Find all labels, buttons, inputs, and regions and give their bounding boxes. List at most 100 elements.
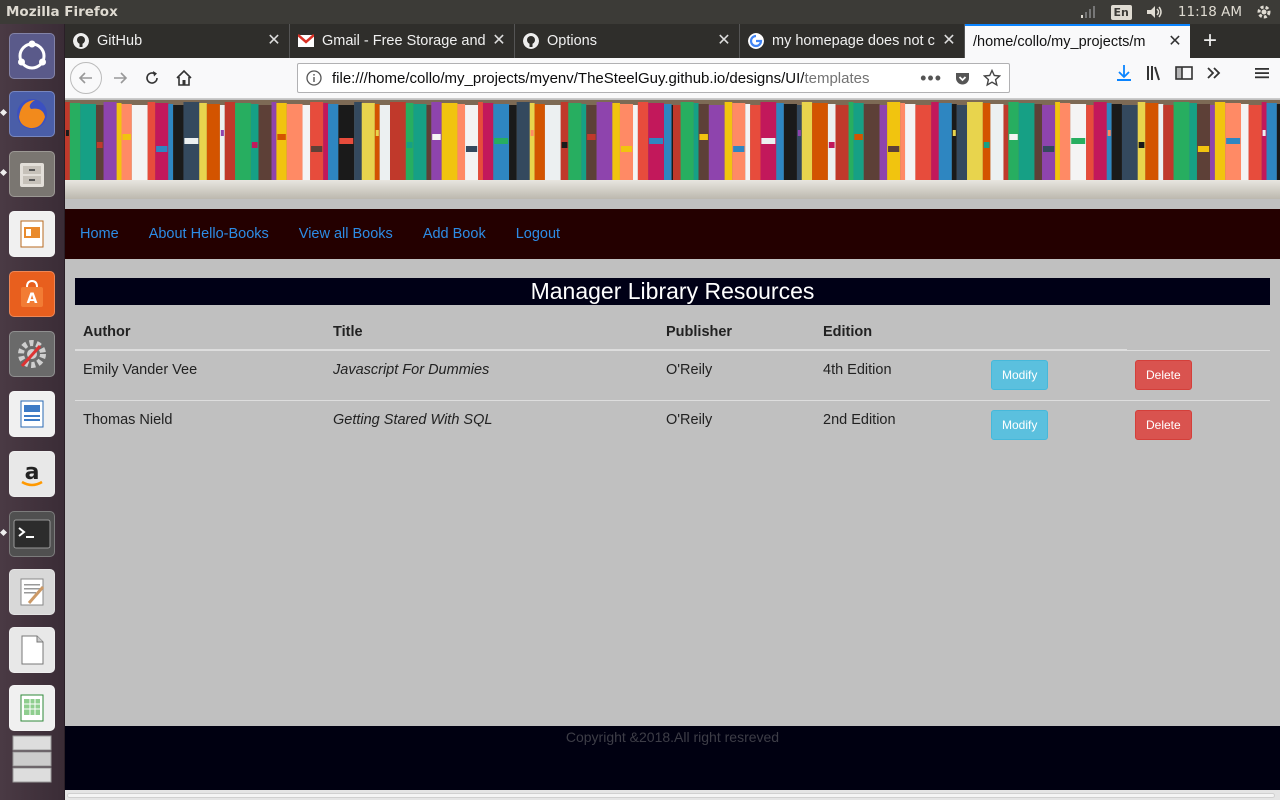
spreadsheet-icon bbox=[9, 685, 55, 731]
gmail-icon bbox=[298, 34, 314, 47]
sidebar-toggle-icon[interactable] bbox=[1174, 63, 1194, 83]
modify-button[interactable]: Modify bbox=[991, 360, 1049, 390]
reload-icon bbox=[146, 71, 158, 84]
system-top-panel: Mozilla Firefox En 11:18 AM bbox=[0, 0, 1280, 24]
tab-close-icon[interactable]: ✕ bbox=[1168, 34, 1182, 50]
page-title: Manager Library Resources bbox=[75, 278, 1270, 305]
cell-modify: Modify bbox=[983, 400, 1127, 450]
scrollbar-thumb[interactable] bbox=[67, 793, 1275, 798]
delete-button[interactable]: Delete bbox=[1135, 410, 1192, 440]
back-button[interactable] bbox=[70, 62, 102, 94]
launcher-system-settings[interactable] bbox=[6, 328, 58, 380]
forward-button[interactable] bbox=[104, 62, 136, 94]
browser-navigation-bar: file:///home/collo/my_projects/myenv/The… bbox=[65, 58, 1280, 99]
launcher-amazon[interactable]: a bbox=[6, 448, 58, 500]
cell-delete: Delete bbox=[1127, 349, 1270, 401]
tab-gmail[interactable]: Gmail - Free Storage and ✕ bbox=[290, 24, 515, 58]
library-icon[interactable] bbox=[1144, 63, 1164, 83]
launcher-writer[interactable] bbox=[6, 388, 58, 440]
column-header-edition: Edition bbox=[815, 314, 983, 351]
launcher-libreoffice[interactable] bbox=[6, 624, 58, 676]
tab-active-local-file[interactable]: /home/collo/my_projects/m ✕ bbox=[965, 24, 1190, 58]
overflow-chevron-icon[interactable] bbox=[1204, 63, 1224, 83]
svg-text:a: a bbox=[25, 460, 40, 485]
tab-close-icon[interactable]: ✕ bbox=[717, 33, 731, 49]
document-writer-icon bbox=[9, 391, 55, 437]
bookshelf-image-left bbox=[65, 100, 673, 199]
volume-icon[interactable] bbox=[1146, 5, 1164, 19]
unity-launcher: A a bbox=[0, 24, 65, 800]
column-header-delete bbox=[1127, 314, 1270, 351]
tab-google-search[interactable]: my homepage does not c ✕ bbox=[740, 24, 965, 58]
tab-close-icon[interactable]: ✕ bbox=[267, 33, 281, 49]
settings-wrench-icon bbox=[9, 331, 55, 377]
modify-button[interactable]: Modify bbox=[991, 410, 1049, 440]
back-arrow-icon bbox=[78, 72, 92, 84]
launcher-files[interactable] bbox=[0, 148, 58, 200]
launcher-text-editor[interactable] bbox=[6, 566, 58, 618]
github-icon bbox=[73, 33, 89, 49]
cell-edition: 2nd Edition bbox=[815, 400, 983, 450]
power-gear-icon[interactable] bbox=[1256, 4, 1272, 20]
horizontal-scrollbar[interactable] bbox=[65, 790, 1280, 800]
bookmark-star-icon[interactable] bbox=[983, 69, 1001, 87]
clock[interactable]: 11:18 AM bbox=[1178, 4, 1242, 20]
firefox-icon bbox=[9, 91, 55, 137]
tab-label: Options bbox=[547, 33, 597, 49]
cell-publisher: O'Reily bbox=[658, 349, 815, 401]
nav-link-add-book[interactable]: Add Book bbox=[423, 226, 486, 242]
hamburger-menu-icon[interactable] bbox=[1252, 63, 1272, 83]
text-editor-icon bbox=[9, 569, 55, 615]
pocket-icon[interactable] bbox=[954, 70, 971, 87]
page-actions-icon[interactable]: ••• bbox=[920, 68, 942, 89]
amazon-icon: a bbox=[9, 451, 55, 497]
launcher-dash-button[interactable] bbox=[6, 30, 58, 82]
column-header-modify bbox=[983, 314, 1127, 351]
nav-link-home[interactable]: Home bbox=[80, 226, 119, 242]
terminal-icon bbox=[9, 511, 55, 557]
tab-github[interactable]: GitHub ✕ bbox=[65, 24, 290, 58]
site-footer: Copyright &2018.All right resreved bbox=[65, 726, 1280, 800]
books-table: Author Title Publisher Edition Emily Van… bbox=[75, 314, 1270, 450]
presentation-icon bbox=[9, 211, 55, 257]
network-icon[interactable] bbox=[1079, 5, 1097, 19]
active-app-title: Mozilla Firefox bbox=[6, 4, 118, 20]
table-row: Emily Vander Vee Javascript For Dummies … bbox=[75, 349, 1270, 401]
launcher-terminal[interactable] bbox=[0, 508, 58, 560]
tab-close-icon[interactable]: ✕ bbox=[492, 33, 506, 49]
google-icon bbox=[748, 33, 764, 49]
tab-close-icon[interactable]: ✕ bbox=[942, 33, 956, 49]
nav-link-about[interactable]: About Hello-Books bbox=[149, 226, 269, 242]
nav-link-logout[interactable]: Logout bbox=[516, 226, 560, 242]
workspace-stack-icon bbox=[9, 735, 55, 785]
cell-delete: Delete bbox=[1127, 400, 1270, 450]
nav-link-view-all-books[interactable]: View all Books bbox=[299, 226, 393, 242]
browser-tab-strip: GitHub ✕ Gmail - Free Storage and ✕ Opti… bbox=[65, 24, 1280, 58]
launcher-calc[interactable] bbox=[6, 682, 58, 734]
table-row: Thomas Nield Getting Stared With SQL O'R… bbox=[75, 400, 1270, 450]
keyboard-language-indicator[interactable]: En bbox=[1110, 4, 1132, 20]
copyright-text: Copyright &2018.All right resreved bbox=[565, 729, 780, 745]
column-header-author: Author bbox=[75, 314, 325, 351]
url-text[interactable]: file:///home/collo/my_projects/myenv/The… bbox=[332, 70, 920, 87]
url-bar[interactable]: file:///home/collo/my_projects/myenv/The… bbox=[297, 63, 1010, 93]
launcher-impress[interactable] bbox=[6, 208, 58, 260]
cell-author: Emily Vander Vee bbox=[75, 349, 325, 401]
home-button[interactable] bbox=[168, 62, 200, 94]
tab-label: Gmail - Free Storage and bbox=[322, 33, 486, 49]
ubuntu-logo-icon bbox=[9, 33, 55, 79]
new-tab-button[interactable]: + bbox=[1190, 24, 1230, 58]
launcher-firefox[interactable] bbox=[0, 88, 58, 140]
reload-button[interactable] bbox=[136, 62, 168, 94]
cell-title: Getting Stared With SQL bbox=[325, 400, 658, 450]
svg-text:A: A bbox=[27, 291, 38, 307]
home-icon bbox=[176, 69, 192, 86]
site-info-icon[interactable] bbox=[306, 70, 322, 86]
table-header-row: Author Title Publisher Edition bbox=[75, 314, 1270, 351]
launcher-software-center[interactable]: A bbox=[6, 268, 58, 320]
downloads-icon[interactable] bbox=[1114, 63, 1134, 83]
launcher-workspaces[interactable] bbox=[6, 735, 58, 788]
system-tray: En 11:18 AM bbox=[1079, 4, 1280, 20]
tab-options[interactable]: Options ✕ bbox=[515, 24, 740, 58]
delete-button[interactable]: Delete bbox=[1135, 359, 1192, 390]
